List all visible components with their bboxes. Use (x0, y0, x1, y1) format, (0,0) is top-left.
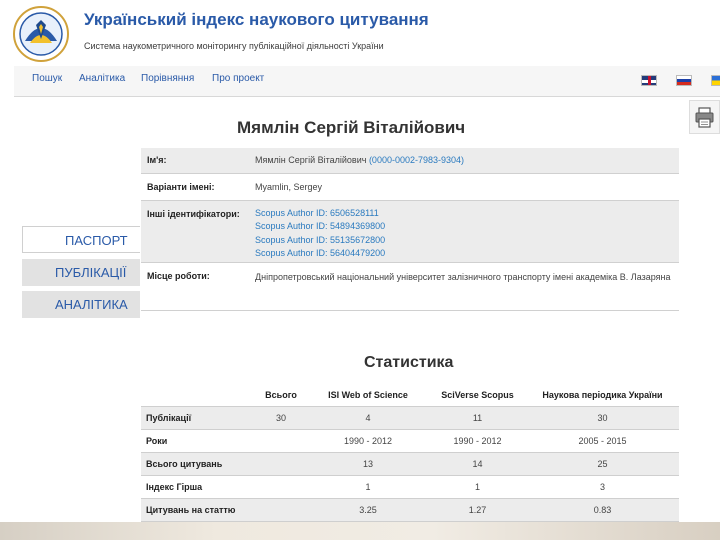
stats-cell: 1990 - 2012 (429, 429, 526, 453)
stats-row-label: Публікації (141, 406, 255, 430)
stats-cell: 1990 - 2012 (307, 429, 429, 453)
main-navbar: Пошук Аналітика Порівняння Про проект (14, 66, 720, 97)
profile-row-value: Scopus Author ID: 6506528111 Scopus Auth… (255, 200, 679, 263)
ua-flag-icon[interactable] (711, 75, 720, 86)
stats-col-header: ISI Web of Science (307, 384, 429, 407)
site-subtitle: Система наукометричного моніторингу публ… (84, 41, 384, 51)
nav-compare[interactable]: Порівняння (141, 73, 194, 84)
stats-row-label: Всього цитувань (141, 452, 255, 476)
stats-row: Індекс Гірша 1 1 3 (141, 475, 679, 499)
scopus-id-link[interactable]: Scopus Author ID: 56404479200 (255, 247, 679, 261)
stats-col-header: Наукова періодика України (526, 384, 679, 407)
stats-cell: 1 (429, 475, 526, 499)
site-title: Український індекс наукового цитування (84, 10, 429, 29)
stats-cell (255, 452, 307, 476)
stats-table: Всього ISI Web of Science SciVerse Scopu… (141, 384, 679, 522)
stats-cell (255, 498, 307, 522)
stats-cell: 3.25 (307, 498, 429, 522)
orcid-link[interactable]: (0000-0002-7983-9304) (369, 155, 464, 165)
stats-cell[interactable]: 11 (429, 406, 526, 430)
profile-row: Ім'я: Мямлін Сергій Віталійович (0000-00… (141, 148, 679, 174)
stats-cell (255, 475, 307, 499)
nav-about[interactable]: Про проект (212, 73, 264, 84)
scopus-id-link[interactable]: Scopus Author ID: 54894369800 (255, 220, 679, 234)
site-header: Український індекс наукового цитування С… (0, 0, 720, 66)
profile-row: Варіанти імені: Myamlin, Sergey (141, 173, 679, 201)
profile-table: Ім'я: Мямлін Сергій Віталійович (0000-00… (141, 148, 679, 311)
stats-row: Публікації 30 4 11 30 (141, 406, 679, 430)
scopus-id-link[interactable]: Scopus Author ID: 55135672800 (255, 234, 679, 248)
profile-row: Інші ідентифікатори: Scopus Author ID: 6… (141, 200, 679, 263)
stats-col-header: Всього (255, 384, 307, 407)
stats-cell: 1 (307, 475, 429, 499)
stats-cell[interactable]: 30 (255, 406, 307, 430)
stats-cell: 4 (307, 406, 429, 430)
stats-header-row: Всього ISI Web of Science SciVerse Scopu… (141, 384, 679, 407)
site-logo[interactable] (12, 5, 70, 63)
stats-cell: 3 (526, 475, 679, 499)
uk-flag-icon[interactable] (641, 75, 657, 86)
stats-row-label: Індекс Гірша (141, 475, 255, 499)
tab-passport[interactable]: ПАСПОРТ (22, 226, 140, 253)
profile-row-label: Ім'я: (141, 148, 255, 174)
stats-row: Цитувань на статтю 3.25 1.27 0.83 (141, 498, 679, 522)
nav-search[interactable]: Пошук (32, 73, 62, 84)
profile-row: Місце роботи: Дніпропетровський націонал… (141, 262, 679, 311)
stats-cell: 13 (307, 452, 429, 476)
profile-row-label: Інші ідентифікатори: (141, 200, 255, 263)
nav-analytics[interactable]: Аналітика (79, 73, 125, 84)
stats-col-header: SciVerse Scopus (429, 384, 526, 407)
author-name: Мямлін Сергій Віталійович (237, 118, 466, 137)
background-strip (0, 522, 720, 540)
profile-row-value: Myamlin, Sergey (255, 173, 679, 201)
stats-cell: 0.83 (526, 498, 679, 522)
stats-row: Роки 1990 - 2012 1990 - 2012 2005 - 2015 (141, 429, 679, 453)
tab-analytics[interactable]: АНАЛІТИКА (22, 291, 140, 318)
tab-publications[interactable]: ПУБЛІКАЦІЇ (22, 259, 140, 286)
workplace-link[interactable]: Дніпропетровський національний університ… (255, 262, 679, 311)
profile-row-label: Варіанти імені: (141, 173, 255, 201)
stats-cell: 1.27 (429, 498, 526, 522)
author-fullname: Мямлін Сергій Віталійович (255, 155, 367, 165)
profile-row-value: Мямлін Сергій Віталійович (0000-0002-798… (255, 148, 679, 174)
stats-col-header (141, 384, 255, 407)
stats-row-label: Цитувань на статтю (141, 498, 255, 522)
ru-flag-icon[interactable] (676, 75, 692, 86)
stats-title: Статистика (364, 354, 454, 371)
printer-icon[interactable] (689, 100, 720, 134)
stats-cell: 30 (526, 406, 679, 430)
stats-row-label: Роки (141, 429, 255, 453)
stats-cell: 2005 - 2015 (526, 429, 679, 453)
stats-cell: 14 (429, 452, 526, 476)
stats-row: Всього цитувань 13 14 25 (141, 452, 679, 476)
stats-cell: 25 (526, 452, 679, 476)
stats-cell (255, 429, 307, 453)
scopus-id-link[interactable]: Scopus Author ID: 6506528111 (255, 207, 679, 221)
profile-row-label: Місце роботи: (141, 262, 255, 311)
